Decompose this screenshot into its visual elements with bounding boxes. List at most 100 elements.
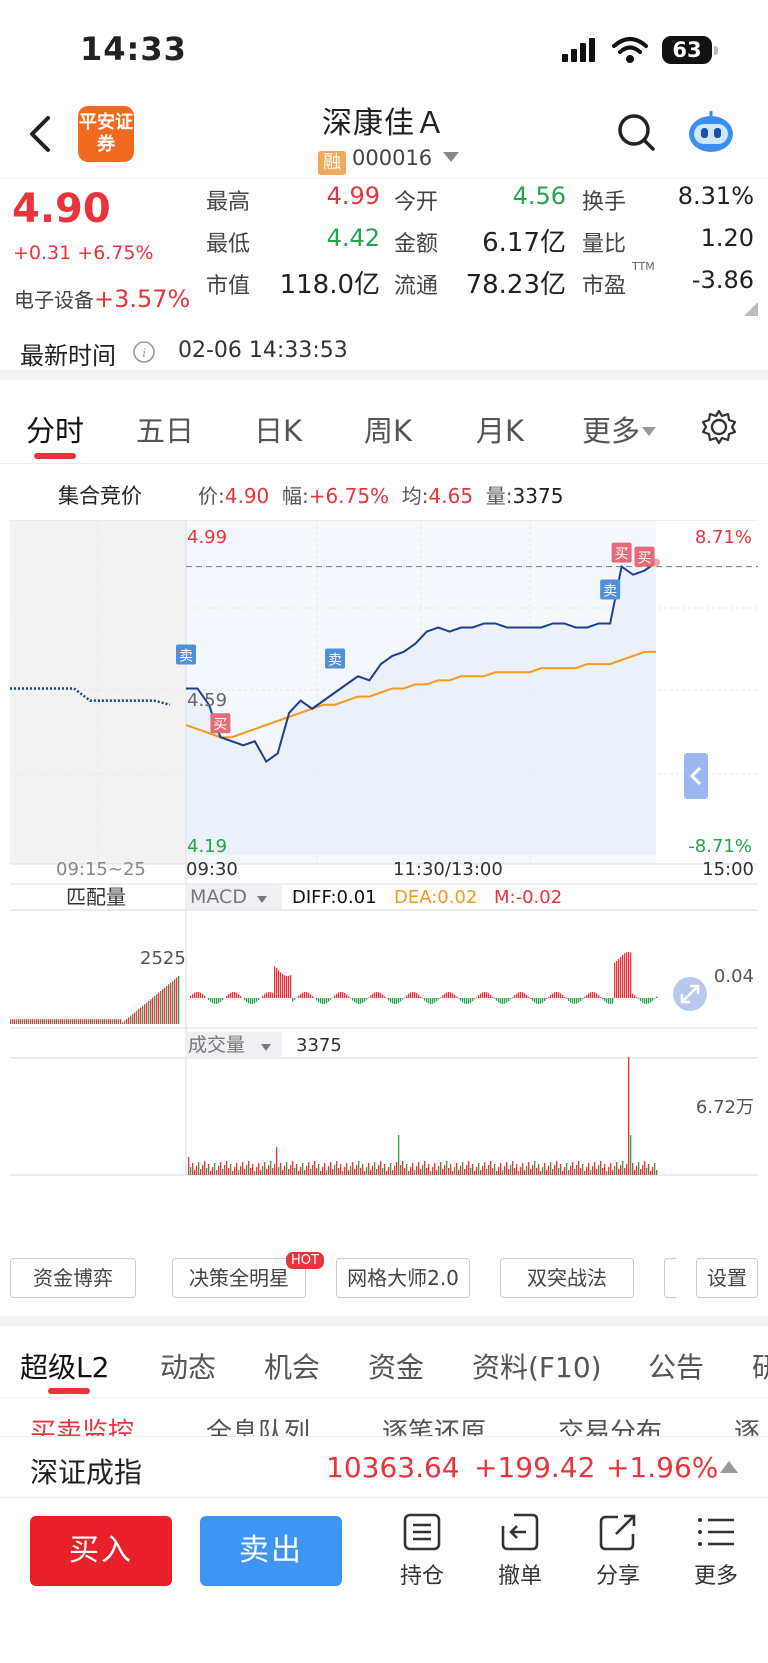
volume-bar bbox=[230, 1164, 232, 1175]
macd-bar bbox=[248, 998, 250, 1004]
volume-bar bbox=[620, 1165, 622, 1175]
stock-code-selector[interactable]: 融 000016 bbox=[318, 146, 459, 175]
match-bar bbox=[54, 1019, 56, 1024]
sub-tabs: 买卖监控 全息队列 逐笔还原 交易分布 逐 bbox=[0, 1398, 768, 1436]
subtab-tick-replay[interactable]: 逐笔还原 bbox=[382, 1412, 486, 1436]
tab-dynamics[interactable]: 动态 bbox=[160, 1346, 216, 1386]
macd-bar bbox=[586, 994, 588, 998]
macd-bar bbox=[542, 998, 544, 1003]
subtab-trade-distribution[interactable]: 交易分布 bbox=[558, 1412, 662, 1436]
macd-bar bbox=[552, 993, 554, 998]
volume-bar bbox=[618, 1169, 620, 1175]
tab-opportunity[interactable]: 机会 bbox=[264, 1346, 320, 1386]
subtab-trade-monitor[interactable]: 买卖监控 bbox=[30, 1412, 134, 1436]
robot-assistant-icon[interactable] bbox=[686, 108, 736, 156]
volume-bar bbox=[444, 1165, 446, 1175]
match-bar bbox=[98, 1019, 100, 1024]
volume-bar bbox=[300, 1167, 302, 1175]
macd-bar bbox=[634, 995, 636, 998]
volume-bar bbox=[504, 1166, 506, 1175]
tab-five-day[interactable]: 五日 bbox=[136, 408, 194, 450]
feature-double-breakout[interactable]: 双突战法 bbox=[500, 1258, 634, 1298]
intraday-chart[interactable]: 卖买卖卖买买 4.99 4.59 4.19 8.71% -8.71% 09:15… bbox=[10, 519, 758, 1248]
tab-weekly-k[interactable]: 周K bbox=[364, 408, 412, 450]
macd-bar bbox=[632, 993, 634, 998]
volume-bar bbox=[450, 1164, 452, 1175]
volume-bar bbox=[602, 1168, 604, 1175]
volume-bar bbox=[426, 1168, 428, 1175]
tab-daily-k[interactable]: 日K bbox=[254, 408, 302, 450]
volume-bar bbox=[630, 1135, 632, 1175]
tab-monthly-k[interactable]: 月K bbox=[476, 408, 524, 450]
match-bar bbox=[56, 1019, 58, 1024]
macd-bar bbox=[388, 998, 390, 1001]
volume-bar bbox=[576, 1165, 578, 1175]
macd-bar bbox=[326, 998, 328, 1003]
tab-more[interactable]: 更多 bbox=[582, 408, 657, 450]
volume-bar bbox=[278, 1167, 280, 1175]
settings-gear-icon[interactable] bbox=[700, 408, 738, 446]
share-button[interactable]: 分享 bbox=[588, 1512, 648, 1590]
match-bar bbox=[160, 990, 162, 1024]
index-pct: +1.96% bbox=[606, 1451, 719, 1484]
macd-bar bbox=[346, 994, 348, 998]
volume-label: 成交量 bbox=[188, 1034, 245, 1056]
macd-bar bbox=[460, 998, 462, 1001]
macd-bar bbox=[558, 992, 560, 998]
float-label: 流通 bbox=[394, 274, 439, 299]
macd-bar bbox=[588, 993, 590, 998]
match-bar bbox=[138, 1009, 140, 1024]
chart-period-tabs: 分时 五日 日K 周K 月K 更多 bbox=[0, 390, 768, 464]
match-bar bbox=[112, 1019, 114, 1024]
turnover-label: 换手 bbox=[582, 190, 627, 215]
macd-bar bbox=[264, 993, 266, 998]
macd-bar bbox=[512, 997, 514, 998]
macd-bar bbox=[444, 993, 446, 998]
sector-change[interactable]: 电子设备+3.57% bbox=[14, 284, 190, 313]
match-bar bbox=[82, 1019, 84, 1024]
feature-partial[interactable] bbox=[664, 1258, 676, 1298]
expand-corner-icon[interactable] bbox=[744, 302, 758, 316]
volume-bar bbox=[370, 1170, 372, 1175]
feature-fund-game[interactable]: 资金博弈 bbox=[10, 1258, 136, 1298]
tab-f10[interactable]: 资料(F10) bbox=[472, 1346, 602, 1386]
match-bar bbox=[140, 1007, 142, 1024]
tab-super-l2[interactable]: 超级L2 bbox=[20, 1346, 109, 1386]
holdings-button[interactable]: 持仓 bbox=[392, 1512, 452, 1590]
more-button[interactable]: 更多 bbox=[686, 1512, 746, 1590]
macd-bar bbox=[598, 995, 600, 998]
search-icon[interactable] bbox=[616, 112, 656, 152]
index-ticker[interactable]: 深证成指 10363.64 +199.42 +1.96% bbox=[0, 1436, 768, 1498]
info-icon[interactable]: i bbox=[132, 340, 156, 364]
update-label: 最新时间 bbox=[20, 342, 116, 370]
volume-bar bbox=[500, 1163, 502, 1175]
macd-bar bbox=[414, 992, 416, 998]
macd-bar bbox=[456, 996, 458, 998]
buy-button[interactable]: 买入 bbox=[30, 1516, 172, 1586]
margin-badge: 融 bbox=[318, 151, 346, 175]
macd-bar bbox=[418, 994, 420, 998]
volume-bar bbox=[380, 1161, 382, 1175]
match-bar bbox=[18, 1019, 20, 1024]
match-bar bbox=[134, 1012, 136, 1024]
macd-bar bbox=[624, 953, 626, 998]
sell-button[interactable]: 卖出 bbox=[200, 1516, 342, 1586]
vol-ratio-value: 1.20 bbox=[700, 224, 754, 252]
tab-announcement[interactable]: 公告 bbox=[648, 1346, 704, 1386]
subtab-more[interactable]: 逐 bbox=[734, 1412, 760, 1436]
tab-intraday[interactable]: 分时 bbox=[26, 408, 84, 450]
cancel-order-button[interactable]: 撤单 bbox=[490, 1512, 550, 1590]
feature-settings[interactable]: 设置 bbox=[696, 1258, 758, 1298]
volume-bar bbox=[468, 1161, 470, 1175]
feature-grid-master[interactable]: 网格大师2.0 bbox=[336, 1258, 470, 1298]
subtab-full-queue[interactable]: 全息队列 bbox=[206, 1412, 310, 1436]
macd-bar bbox=[408, 993, 410, 998]
tab-research[interactable]: 研 bbox=[752, 1346, 768, 1386]
macd-bar bbox=[192, 994, 194, 998]
low-value: 4.42 bbox=[326, 224, 380, 252]
collapse-side-button[interactable] bbox=[684, 753, 708, 799]
volume-bar bbox=[628, 1057, 630, 1175]
macd-bar bbox=[428, 998, 430, 1004]
match-bar bbox=[90, 1019, 92, 1024]
tab-funds[interactable]: 资金 bbox=[368, 1346, 424, 1386]
